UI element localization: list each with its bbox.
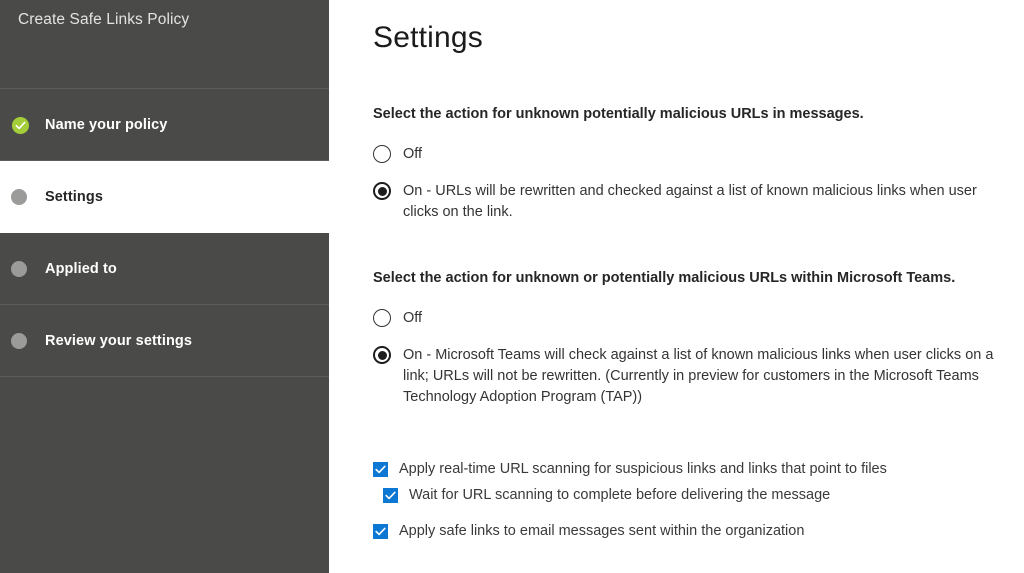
checkbox-row-realtime-url-scanning[interactable]: Apply real-time URL scanning for suspici… xyxy=(373,460,1024,479)
radio-option-messages-on[interactable]: On - URLs will be rewritten and checked … xyxy=(373,181,1024,223)
sidebar-item-applied-to[interactable]: Applied to xyxy=(0,233,329,305)
checkbox-checked-icon[interactable] xyxy=(373,524,388,539)
checkbox-label: Apply safe links to email messages sent … xyxy=(399,523,805,539)
radio-button-selected-icon[interactable] xyxy=(373,346,391,364)
radio-button-selected-icon[interactable] xyxy=(373,182,391,200)
sidebar-item-review-your-settings[interactable]: Review your settings xyxy=(0,305,329,377)
section-malicious-urls-in-messages: Select the action for unknown potentiall… xyxy=(373,58,1024,223)
checkbox-checked-icon[interactable] xyxy=(383,488,398,503)
sidebar-item-label: Settings xyxy=(45,188,103,205)
checkbox-row-safe-links-internal-email[interactable]: Apply safe links to email messages sent … xyxy=(373,522,1024,541)
sidebar-item-label: Name your policy xyxy=(45,116,168,133)
wizard-sidebar: Create Safe Links Policy Name your polic… xyxy=(0,0,329,573)
wizard-title: Create Safe Links Policy xyxy=(18,11,190,28)
radio-option-messages-off[interactable]: Off xyxy=(373,144,1024,165)
radio-option-label: On - URLs will be rewritten and checked … xyxy=(403,183,977,220)
radio-option-teams-on[interactable]: On - Microsoft Teams will check against … xyxy=(373,345,1024,408)
checkbox-label: Apply real-time URL scanning for suspici… xyxy=(399,461,887,477)
sidebar-header: Create Safe Links Policy xyxy=(0,0,329,88)
radio-button-unselected-icon[interactable] xyxy=(373,145,391,163)
step-dot-icon xyxy=(11,188,29,206)
radio-option-label: Off xyxy=(403,146,423,162)
sidebar-item-label: Applied to xyxy=(45,260,117,277)
sidebar-item-name-your-policy[interactable]: Name your policy xyxy=(0,89,329,161)
sidebar-item-label: Review your settings xyxy=(45,332,193,349)
page-title: Settings xyxy=(373,21,483,54)
section-label: Select the action for unknown potentiall… xyxy=(373,106,864,122)
check-circle-icon xyxy=(11,116,30,134)
section-malicious-urls-in-teams: Select the action for unknown or potenti… xyxy=(373,223,1024,408)
radio-option-label: Off xyxy=(403,310,423,326)
checkbox-checked-icon[interactable] xyxy=(373,462,388,477)
section-label: Select the action for unknown or potenti… xyxy=(373,270,956,286)
step-dot-icon xyxy=(11,332,29,350)
wizard-step-list: Name your policy Settings Applied to Rev… xyxy=(0,88,329,377)
settings-pane: Settings Select the action for unknown p… xyxy=(329,0,1024,573)
step-dot-icon xyxy=(11,260,29,278)
checkbox-row-wait-for-url-scanning[interactable]: Wait for URL scanning to complete before… xyxy=(373,486,1024,505)
radio-option-teams-off[interactable]: Off xyxy=(373,308,1024,329)
checkbox-group: Apply real-time URL scanning for suspici… xyxy=(373,408,1024,541)
checkbox-label: Wait for URL scanning to complete before… xyxy=(409,487,831,503)
radio-button-unselected-icon[interactable] xyxy=(373,309,391,327)
create-safe-links-policy-wizard: Create Safe Links Policy Name your polic… xyxy=(0,0,1024,573)
sidebar-item-settings[interactable]: Settings xyxy=(0,161,329,233)
radio-option-label: On - Microsoft Teams will check against … xyxy=(403,347,994,405)
